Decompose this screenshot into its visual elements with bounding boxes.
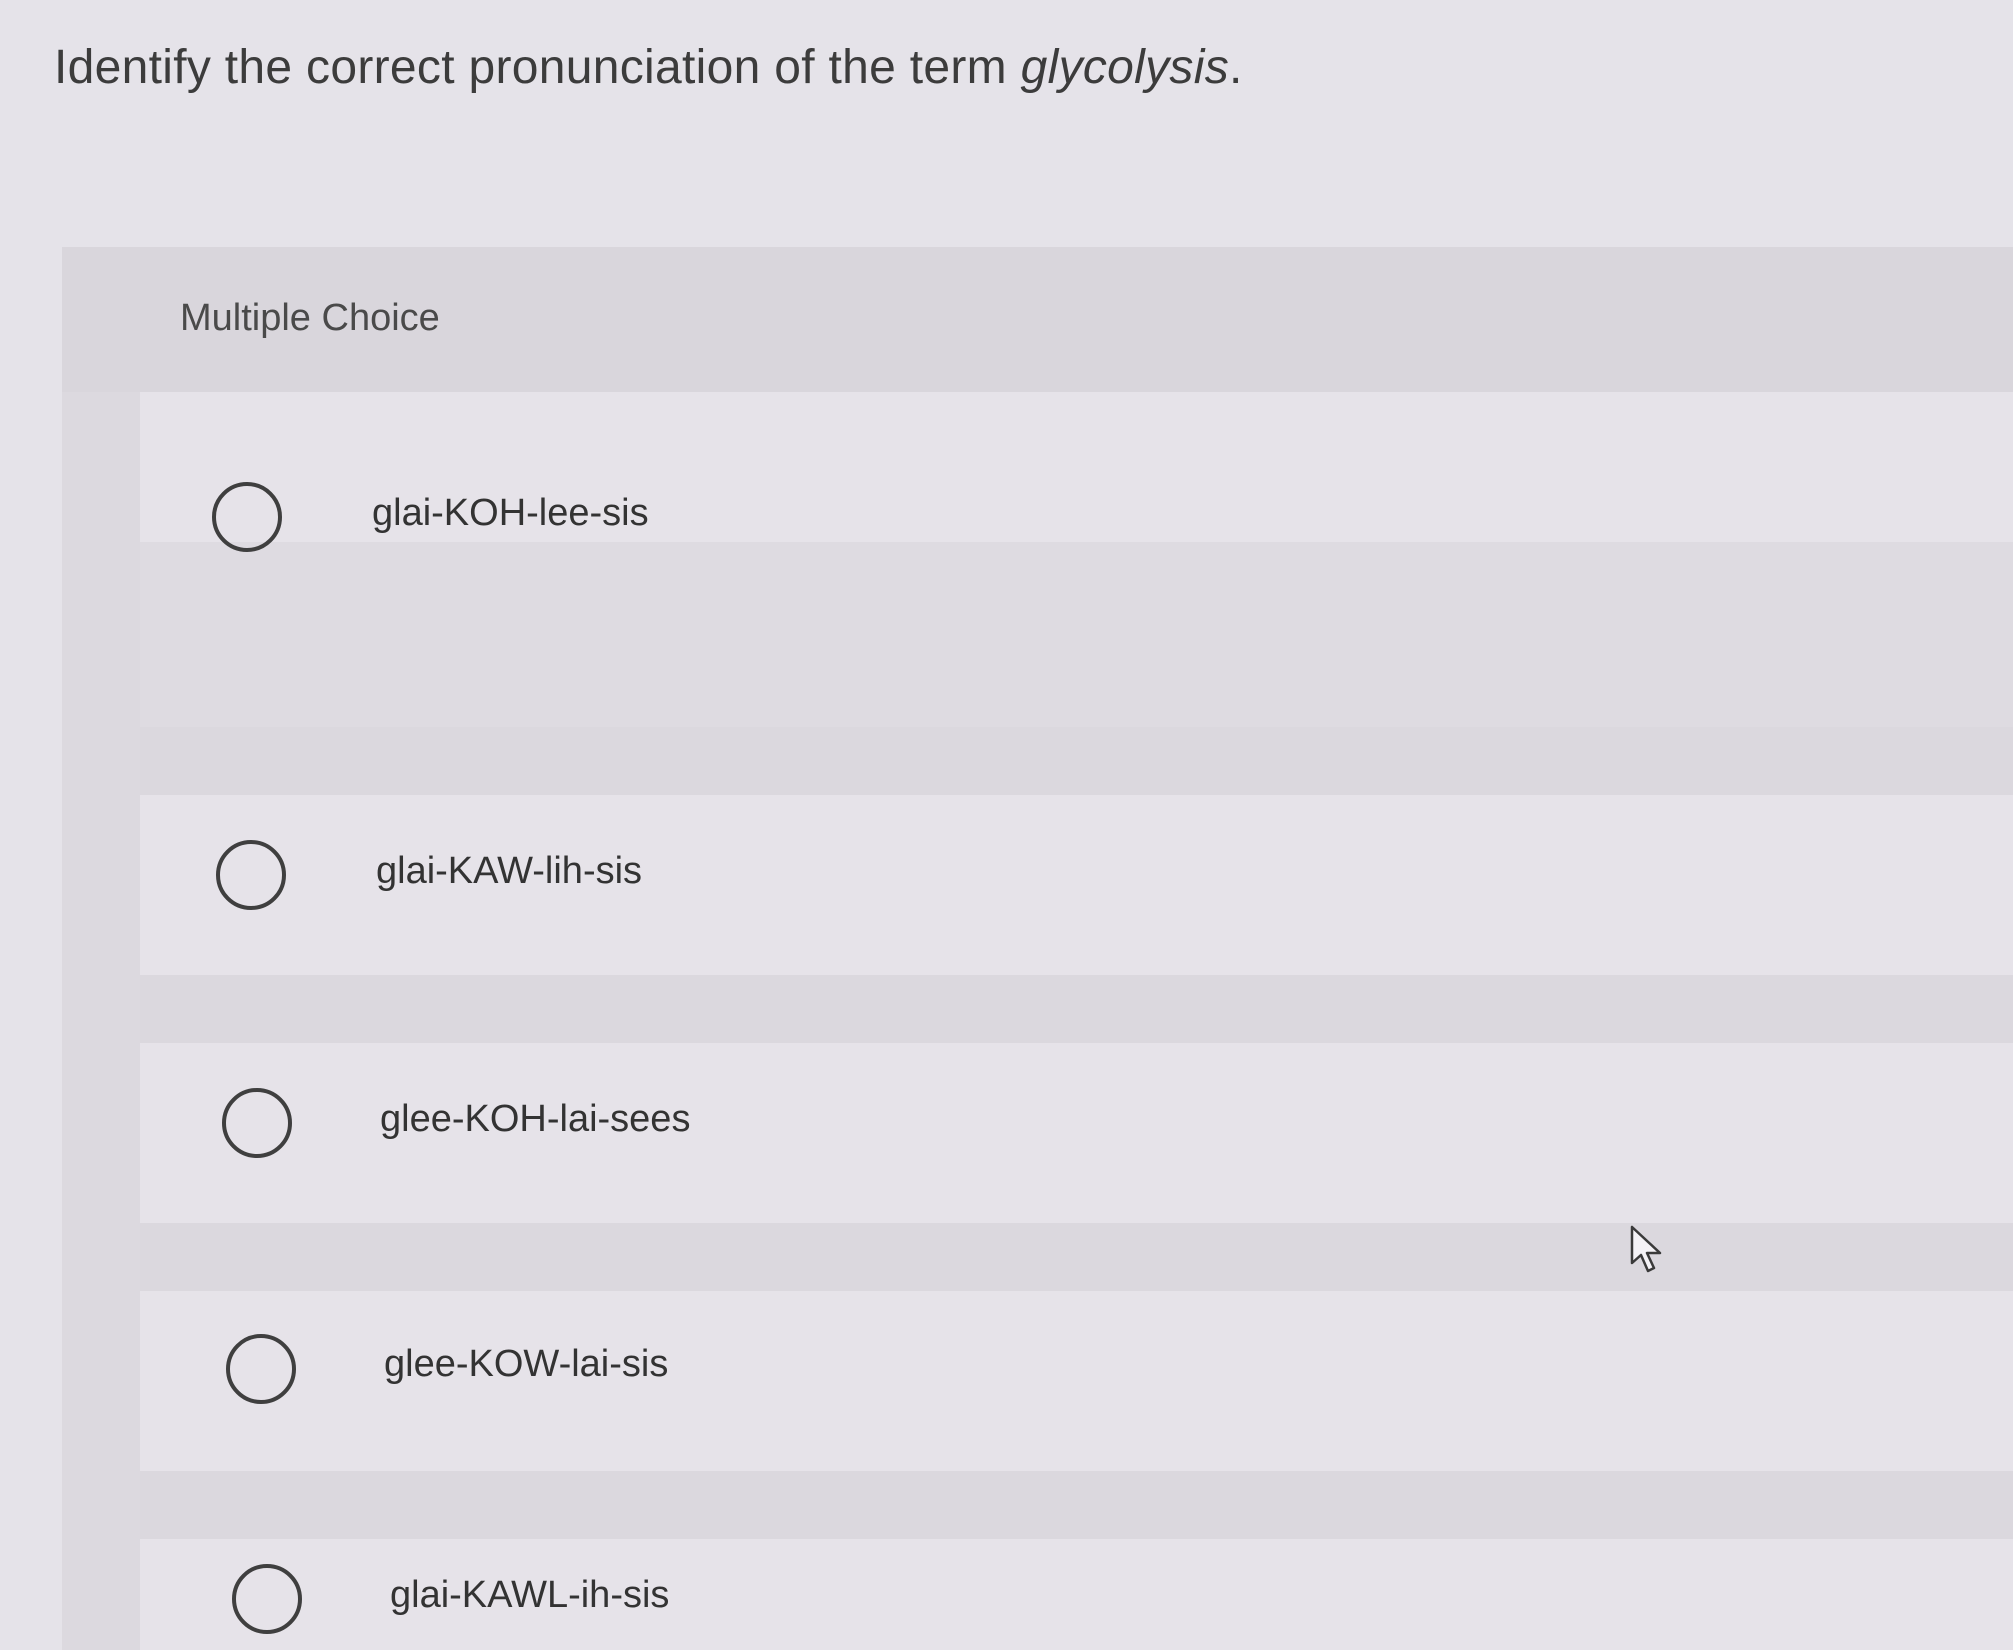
mouse-pointer-icon bbox=[1630, 1225, 1662, 1273]
radio-button[interactable] bbox=[226, 1334, 296, 1404]
options-list: glai-KOH-lee-sis glai-KAW-lih-sis glee-K… bbox=[140, 392, 2013, 1650]
question-suffix: . bbox=[1229, 41, 1243, 94]
question-text: Identify the correct pronunciation of th… bbox=[54, 40, 1243, 95]
divider bbox=[140, 1223, 2013, 1291]
option-label: glai-KOH-lee-sis bbox=[372, 492, 649, 534]
divider bbox=[140, 727, 2013, 795]
option-1[interactable]: glai-KOH-lee-sis bbox=[140, 392, 2013, 552]
option-3[interactable]: glee-KOH-lai-sees bbox=[140, 1043, 2013, 1223]
option-label: glee-KOW-lai-sis bbox=[384, 1343, 669, 1385]
radio-button[interactable] bbox=[212, 482, 282, 552]
option-2[interactable]: glai-KAW-lih-sis bbox=[140, 795, 2013, 975]
radio-button[interactable] bbox=[222, 1088, 292, 1158]
multiple-choice-label: Multiple Choice bbox=[180, 297, 440, 339]
divider bbox=[140, 1471, 2013, 1539]
question-term: glycolysis bbox=[1020, 41, 1229, 94]
radio-button[interactable] bbox=[232, 1564, 302, 1634]
option-4[interactable]: glee-KOW-lai-sis bbox=[140, 1291, 2013, 1471]
multiple-choice-panel: Multiple Choice glai-KOH-lee-sis glai-KA… bbox=[62, 247, 2013, 1650]
option-label: glai-KAWL-ih-sis bbox=[390, 1574, 670, 1616]
option-5[interactable]: glai-KAWL-ih-sis bbox=[140, 1539, 2013, 1650]
multiple-choice-header: Multiple Choice bbox=[62, 247, 2013, 392]
question-prefix: Identify the correct pronunciation of th… bbox=[54, 41, 1021, 94]
option-label: glee-KOH-lai-sees bbox=[380, 1098, 691, 1140]
divider bbox=[140, 975, 2013, 1043]
option-label: glai-KAW-lih-sis bbox=[376, 850, 643, 892]
radio-button[interactable] bbox=[216, 840, 286, 910]
